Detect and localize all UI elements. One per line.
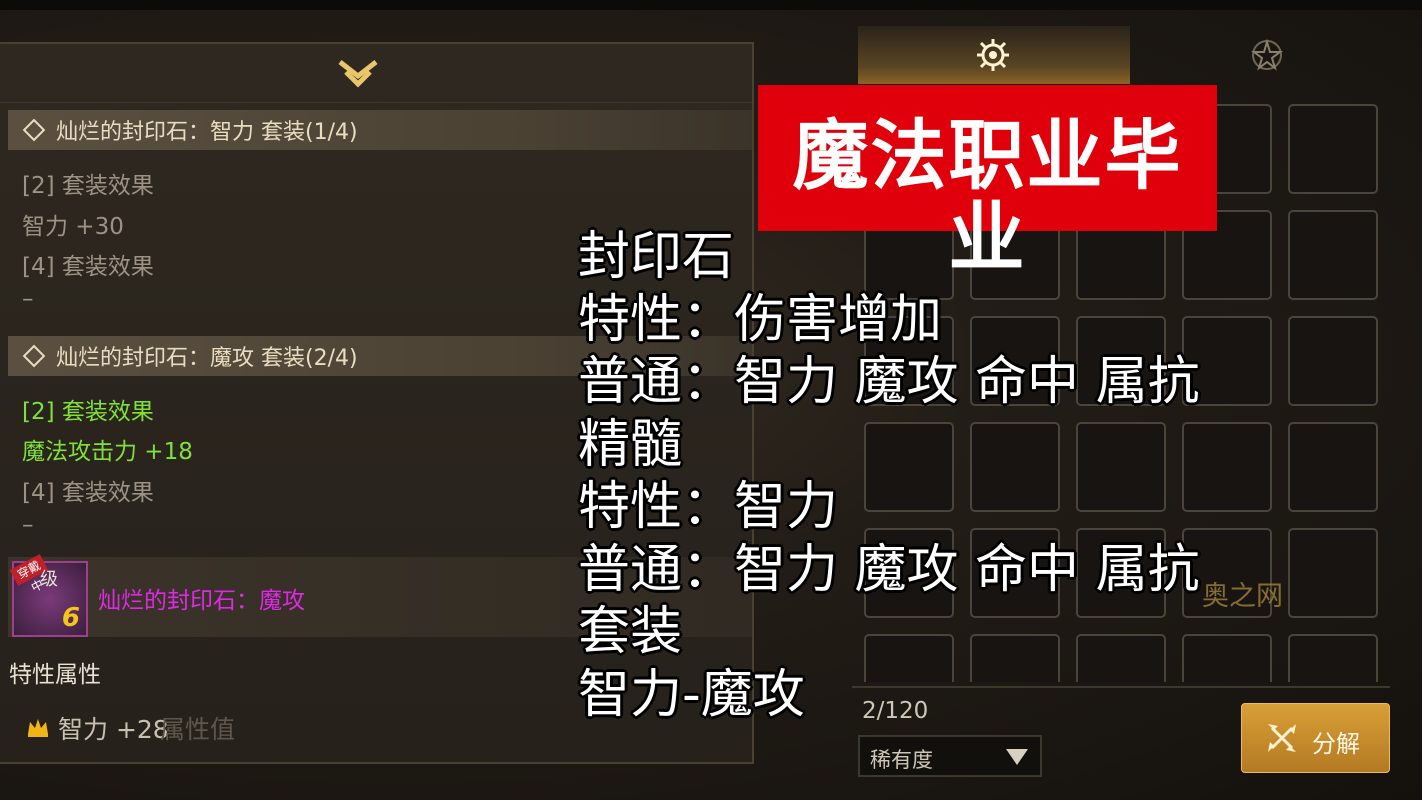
set-effect-line: – <box>22 286 34 312</box>
inventory-slot[interactable] <box>1288 634 1378 682</box>
chevron-down-icon[interactable] <box>336 58 380 90</box>
set-effect-line-active: [2] 套装效果 <box>22 399 154 425</box>
set-effect-line: [2] 套装效果 <box>22 173 154 199</box>
inventory-slot[interactable] <box>1288 316 1378 406</box>
set-header-intelligence: 灿烂的封印石：智力 套装(1/4) <box>8 110 752 150</box>
seal-stone-icon[interactable]: 穿戴中 级 6 <box>9 554 88 637</box>
set-effect-line: [4] 套装效果 <box>22 480 154 506</box>
annotation-line: 套装 <box>578 602 683 662</box>
annotation-line: 特性：智力 <box>578 477 839 537</box>
property-title: 特性属性 <box>9 662 101 688</box>
panel-header <box>0 44 752 103</box>
annotation-line: 智力-魔攻 <box>578 664 805 725</box>
decompose-button-label: 分解 <box>1312 730 1360 758</box>
sort-dropdown-value: 稀有度 <box>870 748 933 772</box>
item-level-number: 6 <box>61 603 80 633</box>
annotation-line: 精髓 <box>578 414 683 475</box>
set-effect-line: 智力 +30 <box>22 214 124 240</box>
decompose-button[interactable]: 分解 <box>1241 703 1390 773</box>
inventory-slot[interactable] <box>1288 210 1378 300</box>
set-header-label: 灿烂的封印石：智力 套装(1/4) <box>56 120 358 145</box>
inventory-slot[interactable] <box>1288 422 1378 512</box>
set-effect-line: – <box>22 512 34 538</box>
property-ghost-text: 属性值 <box>160 715 236 744</box>
annotation-line: 普通：智力 魔攻 命中 属抗 <box>578 352 1200 412</box>
property-value: 智力 +28 <box>58 715 169 744</box>
annotation-text: 封印石 特性：伤害增加 普通：智力 魔攻 命中 属抗 精髓 特性：智力 普通：智… <box>578 226 1200 726</box>
set-effect-line: [4] 套装效果 <box>22 254 154 280</box>
inventory-slot[interactable] <box>1288 104 1378 194</box>
star-icon <box>1251 38 1283 71</box>
item-name: 灿烂的封印石：魔攻 <box>98 588 305 614</box>
sun-gear-icon <box>977 39 1009 71</box>
set-effect-line-active: 魔法攻击力 +18 <box>22 439 193 465</box>
top-bar <box>0 0 1422 10</box>
sort-dropdown[interactable]: 稀有度 <box>858 735 1042 777</box>
dropdown-arrow-icon <box>1006 749 1028 765</box>
watermark: 奥之网 <box>1202 581 1283 612</box>
tab-star[interactable] <box>1130 26 1402 84</box>
annotation-line: 封印石 <box>578 227 735 287</box>
annotation-line: 特性：伤害增加 <box>578 289 943 350</box>
title-banner: 魔法职业毕业 <box>758 85 1217 279</box>
set-header-label: 灿烂的封印石：魔攻 套装(2/4) <box>56 346 358 371</box>
crown-icon <box>28 719 48 737</box>
annotation-line: 普通：智力 魔攻 命中 属抗 <box>578 539 1200 600</box>
item-level-label: 级 <box>40 569 58 590</box>
diamond-icon <box>22 344 46 368</box>
inventory-slot[interactable] <box>1288 528 1378 618</box>
decompose-icon <box>1268 724 1296 752</box>
tab-seal[interactable] <box>858 26 1130 84</box>
diamond-icon <box>22 118 46 142</box>
